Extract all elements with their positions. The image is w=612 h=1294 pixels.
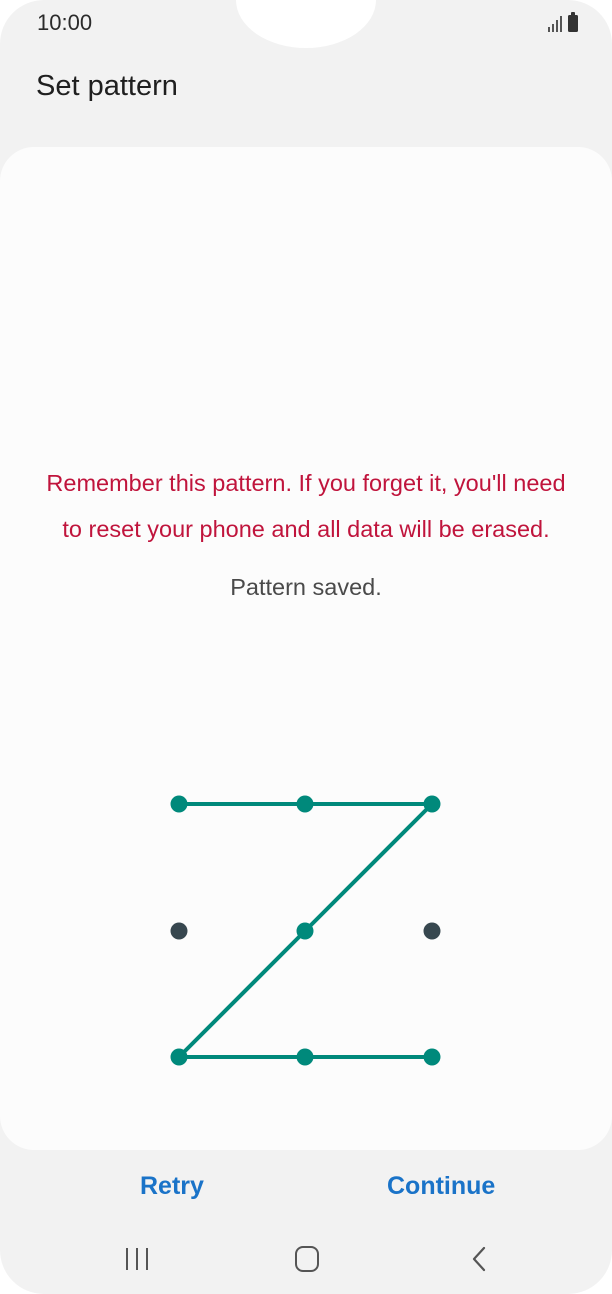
pattern-dot-8[interactable] <box>296 1048 314 1066</box>
pattern-grid[interactable] <box>0 0 612 1294</box>
navigation-bar <box>0 1226 612 1294</box>
pattern-dot-7[interactable] <box>170 1048 188 1066</box>
home-icon[interactable] <box>295 1246 319 1272</box>
pattern-dot-5[interactable] <box>296 922 314 940</box>
phone-screen: 10:00 Set pattern Remember this pattern.… <box>0 0 612 1294</box>
pattern-dot-9[interactable] <box>423 1048 441 1066</box>
recents-icon[interactable] <box>126 1248 148 1270</box>
pattern-dot-6[interactable] <box>423 922 441 940</box>
continue-button[interactable]: Continue <box>387 1172 495 1201</box>
footer-buttons: Retry Continue <box>0 1160 612 1220</box>
pattern-dot-1[interactable] <box>170 795 188 813</box>
pattern-dot-2[interactable] <box>296 795 314 813</box>
pattern-dot-3[interactable] <box>423 795 441 813</box>
pattern-dot-4[interactable] <box>170 922 188 940</box>
retry-button[interactable]: Retry <box>140 1172 204 1201</box>
back-icon[interactable] <box>470 1246 490 1272</box>
